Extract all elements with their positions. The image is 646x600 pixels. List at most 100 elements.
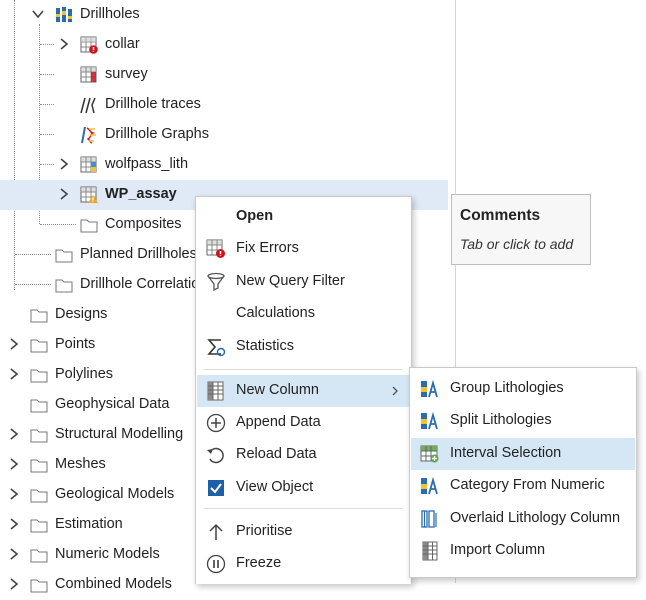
submenu-item-overlaid-lithology-column[interactable]: Overlaid Lithology Column (411, 503, 635, 535)
menu-item-label: Group Lithologies (450, 380, 564, 396)
folder-icon (30, 309, 48, 323)
overlaid-lith-icon (421, 510, 437, 528)
tree-item-label: WP_assay (105, 186, 177, 202)
chevron-right-icon[interactable] (7, 457, 21, 471)
pause-icon (206, 554, 226, 574)
tree-item-label: Points (55, 336, 96, 352)
folder-icon (55, 249, 73, 263)
chevron-right-icon[interactable] (7, 487, 21, 501)
menu-item-label: Prioritise (236, 523, 293, 539)
table-icon (80, 156, 97, 173)
menu-item-open[interactable]: Open (197, 201, 410, 233)
menu-item-label: New Column (236, 382, 319, 398)
menu-item-view-object[interactable]: View Object (197, 472, 410, 504)
menu-item-freeze[interactable]: Freeze (197, 548, 410, 580)
folder-icon (30, 339, 48, 353)
new-column-submenu: Group Lithologies Split Lithologies Inte… (409, 367, 637, 578)
chevron-right-icon[interactable] (7, 517, 21, 531)
tree-item-label: Structural Modelling (55, 426, 184, 442)
folder-icon (30, 489, 48, 503)
folder-icon (30, 579, 48, 593)
comments-title: Comments (460, 207, 541, 224)
menu-item-append-data[interactable]: Append Data (197, 407, 410, 439)
comments-panel[interactable]: Comments Tab or click to add (451, 194, 591, 265)
menu-item-statistics[interactable]: Statistics (197, 331, 410, 363)
context-menu: Open Fix Errors New Query Filter Calcula… (195, 196, 412, 584)
chevron-right-icon[interactable] (7, 337, 21, 351)
menu-item-fix-errors[interactable]: Fix Errors (197, 233, 410, 265)
tree-item-drillholes[interactable]: Drillholes (0, 0, 448, 30)
tree-item-label: Composites (105, 216, 182, 232)
tree-item-label: Drillhole Correlation (80, 276, 208, 292)
tree-item-survey[interactable]: survey (0, 60, 448, 90)
new-column-icon (207, 381, 224, 401)
tree-item-label: Estimation (55, 516, 123, 532)
tree-item-label: Numeric Models (55, 546, 160, 562)
chevron-right-icon[interactable] (7, 367, 21, 381)
tree-item-label: Drillhole Graphs (105, 126, 209, 142)
group-lith-icon (421, 379, 438, 398)
folder-icon (30, 459, 48, 473)
tree-item-label: Meshes (55, 456, 106, 472)
chevron-down-icon[interactable] (31, 7, 45, 21)
filter-icon (207, 272, 225, 292)
table-warning-icon (80, 186, 98, 203)
fix-errors-icon (206, 239, 225, 258)
menu-item-label: View Object (236, 479, 314, 495)
tree-item-label: Geological Models (55, 486, 175, 502)
folder-icon (30, 519, 48, 533)
chevron-right-icon[interactable] (57, 187, 71, 201)
menu-item-label: Overlaid Lithology Column (450, 510, 621, 526)
folder-icon (30, 429, 48, 443)
menu-item-label: New Query Filter (236, 273, 345, 289)
tree-item-label: Geophysical Data (55, 396, 170, 412)
checkbox-checked-icon (208, 480, 224, 496)
menu-item-label: Fix Errors (236, 240, 299, 256)
menu-item-label: Category From Numeric (450, 477, 605, 493)
drillholes-icon (56, 7, 72, 22)
submenu-item-category-from-numeric[interactable]: Category From Numeric (411, 470, 635, 502)
split-lith-icon (421, 411, 438, 430)
menu-item-new-column[interactable]: New Column (197, 375, 410, 407)
submenu-item-import-column[interactable]: Import Column (411, 535, 635, 567)
chevron-right-icon[interactable] (7, 427, 21, 441)
tree-item-drillhole-graphs[interactable]: Drillhole Graphs (0, 120, 448, 150)
tree-item-label: Planned Drillholes (80, 246, 197, 262)
chevron-right-icon[interactable] (57, 157, 71, 171)
arrow-up-icon (209, 523, 223, 540)
menu-item-prioritise[interactable]: Prioritise (197, 516, 410, 548)
submenu-item-group-lithologies[interactable]: Group Lithologies (411, 373, 635, 405)
menu-item-label: Statistics (236, 338, 295, 354)
menu-separator (204, 369, 403, 370)
submenu-item-interval-selection[interactable]: Interval Selection (411, 438, 635, 470)
tree-item-label: Drillholes (80, 6, 140, 22)
menu-item-label: Calculations (236, 305, 315, 321)
chevron-right-icon[interactable] (7, 547, 21, 561)
tree-item-label: wolfpass_lith (105, 156, 189, 172)
tree-item-collar[interactable]: collar (0, 30, 448, 60)
category-numeric-icon (421, 476, 438, 495)
statistics-icon (207, 339, 226, 357)
tree-item-drillhole-traces[interactable]: Drillhole traces (0, 90, 448, 120)
tree-item-label: Designs (55, 306, 108, 322)
folder-icon (30, 369, 48, 383)
chevron-right-icon[interactable] (7, 577, 21, 591)
chevron-right-icon[interactable] (57, 37, 71, 51)
menu-item-label: Open (236, 208, 274, 224)
comments-hint[interactable]: Tab or click to add (460, 236, 573, 252)
table-error-icon (80, 36, 98, 54)
menu-item-calculations[interactable]: Calculations (197, 298, 410, 330)
traces-icon (80, 97, 96, 114)
tree-item-label: Polylines (55, 366, 114, 382)
menu-item-label: Append Data (236, 414, 321, 430)
import-column-icon (422, 541, 438, 561)
tree-item-label: Drillhole traces (105, 96, 201, 112)
tree-item-label: survey (105, 66, 148, 82)
reload-icon (207, 447, 224, 464)
submenu-item-split-lithologies[interactable]: Split Lithologies (411, 405, 635, 437)
folder-icon (55, 279, 73, 293)
tree-item-wolfpass-lith[interactable]: wolfpass_lith (0, 150, 448, 180)
menu-item-label: Split Lithologies (450, 412, 552, 428)
menu-item-new-query-filter[interactable]: New Query Filter (197, 266, 410, 298)
menu-item-reload-data[interactable]: Reload Data (197, 439, 410, 471)
